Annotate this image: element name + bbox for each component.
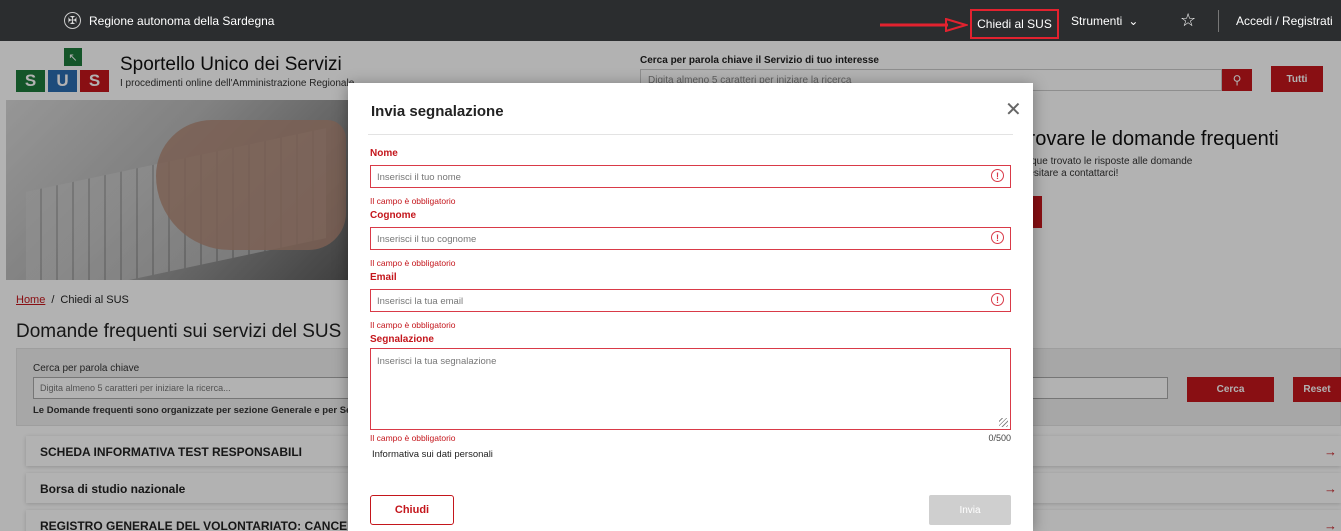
cognome-field[interactable]: Inserisci il tuo cognome ! xyxy=(370,227,1011,250)
segnalazione-textarea[interactable]: Inserisci la tua segnalazione xyxy=(370,348,1011,430)
modal-divider xyxy=(368,134,1013,135)
cognome-label: Cognome xyxy=(370,210,417,221)
email-placeholder: Inserisci la tua email xyxy=(377,296,464,307)
strumenti-menu[interactable]: Strumenti ⌄ xyxy=(1071,0,1138,41)
nome-placeholder: Inserisci il tuo nome xyxy=(377,172,461,183)
email-label: Email xyxy=(370,272,397,283)
chevron-down-icon: ⌄ xyxy=(1128,13,1139,28)
invia-button[interactable]: Invia xyxy=(929,495,1011,525)
close-icon[interactable]: ✕ xyxy=(1005,97,1022,122)
cognome-error: Il campo è obbligatorio xyxy=(370,258,456,268)
annotation-arrow-icon xyxy=(880,18,968,32)
email-field[interactable]: Inserisci la tua email ! xyxy=(370,289,1011,312)
top-bar: ✠ Regione autonoma della Sardegna Chiedi… xyxy=(0,0,1341,41)
star-icon[interactable]: ☆ xyxy=(1180,10,1196,31)
nome-error: Il campo è obbligatorio xyxy=(370,196,456,206)
segnalazione-modal: Invia segnalazione ✕ Nome Inserisci il t… xyxy=(348,83,1033,531)
chiedi-al-sus-link[interactable]: Chiedi al SUS xyxy=(970,9,1059,39)
region-brand[interactable]: ✠ Regione autonoma della Sardegna xyxy=(64,0,274,41)
nome-field[interactable]: Inserisci il tuo nome ! xyxy=(370,165,1011,188)
char-counter: 0/500 xyxy=(988,433,1011,443)
topbar-divider xyxy=(1218,10,1219,32)
region-emblem-icon: ✠ xyxy=(64,12,81,29)
email-error: Il campo è obbligatorio xyxy=(370,320,456,330)
segnalazione-error: Il campo è obbligatorio xyxy=(370,433,456,443)
segnalazione-label: Segnalazione xyxy=(370,334,434,345)
warning-icon: ! xyxy=(991,231,1004,244)
cognome-placeholder: Inserisci il tuo cognome xyxy=(377,234,477,245)
chiudi-button[interactable]: Chiudi xyxy=(370,495,454,525)
strumenti-label: Strumenti xyxy=(1071,13,1123,28)
region-name: Regione autonoma della Sardegna xyxy=(89,13,275,28)
warning-icon: ! xyxy=(991,293,1004,306)
nome-label: Nome xyxy=(370,148,398,159)
privacy-link[interactable]: Informativa sui dati personali xyxy=(372,449,493,460)
resize-handle-icon[interactable] xyxy=(999,418,1008,427)
warning-icon: ! xyxy=(991,169,1004,182)
modal-title: Invia segnalazione xyxy=(371,103,504,120)
login-link[interactable]: Accedi / Registrati xyxy=(1236,0,1333,41)
segnalazione-placeholder: Inserisci la tua segnalazione xyxy=(377,356,497,367)
